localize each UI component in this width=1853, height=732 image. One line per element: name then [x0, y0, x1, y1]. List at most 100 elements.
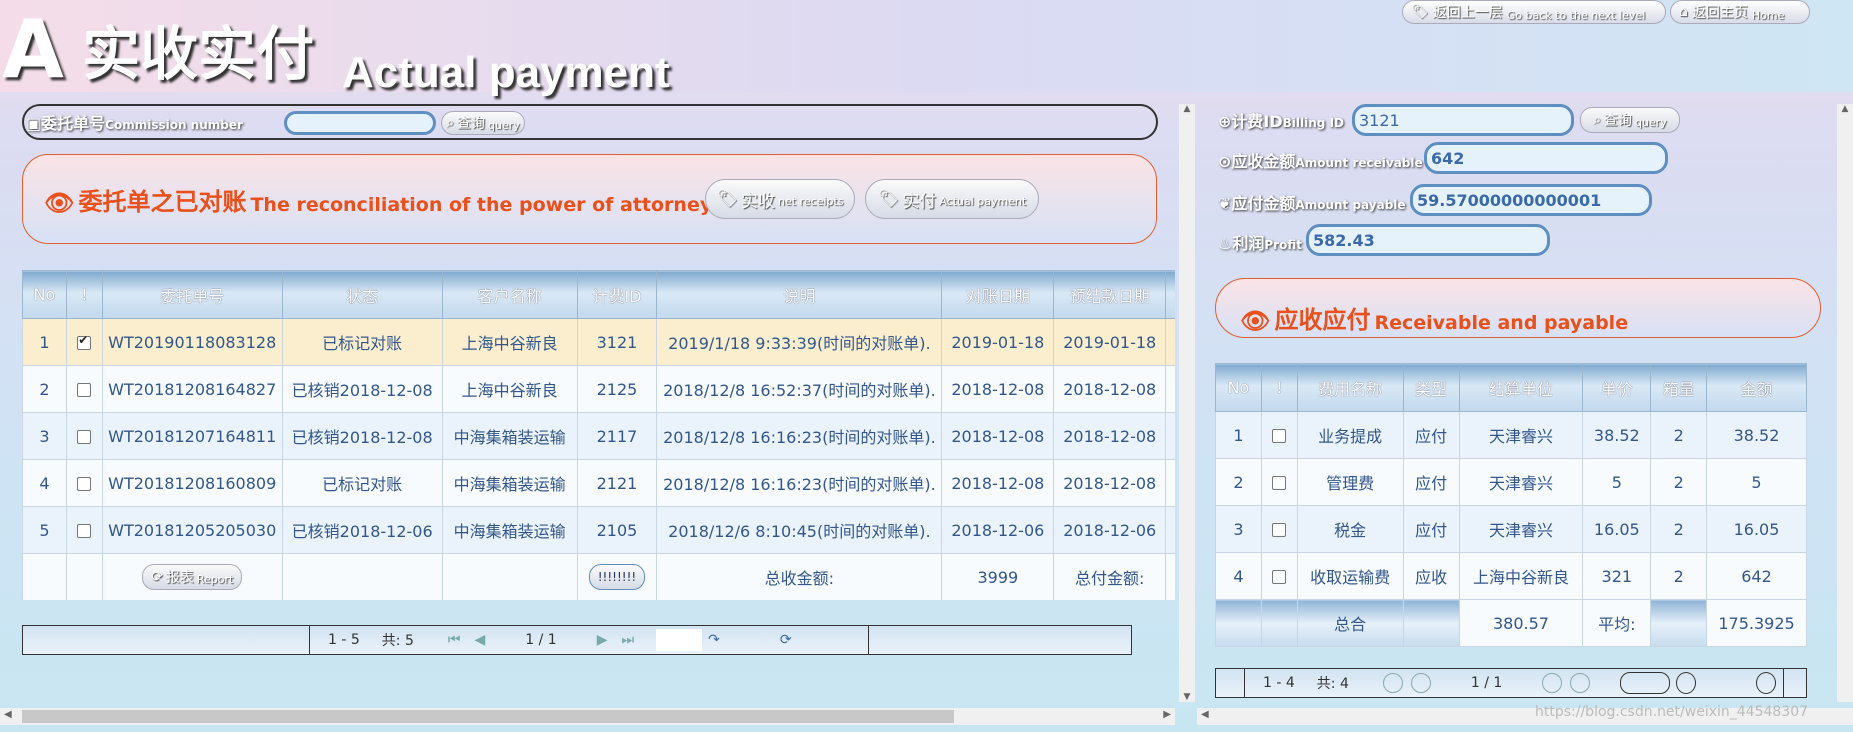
total-label: 总合 — [1296, 599, 1404, 647]
receivable-input[interactable]: 642 — [1424, 142, 1668, 174]
row-checkbox[interactable] — [1272, 429, 1287, 443]
billing-query-button[interactable]: ⌕ 查询 query — [1580, 107, 1680, 133]
last-page-icon[interactable] — [1570, 673, 1591, 693]
search-icon: ⌕ — [1593, 112, 1602, 128]
col-settlement-unit[interactable]: 结算单位 — [1458, 363, 1584, 412]
row-checkbox[interactable] — [1272, 570, 1287, 584]
reconciliation-table-viewport: No ! 委托单号 状态 客户名称 计费ID 说明 对账日期 预结款日期 1 W… — [22, 270, 1175, 600]
pager-total: 共: 4 — [1316, 676, 1349, 692]
home-button[interactable]: ⌂ 返回主页 Home — [1670, 0, 1810, 24]
right-pager: 1 - 4 共: 4 1 / 1 — [1215, 668, 1807, 698]
row-checkbox[interactable] — [77, 333, 92, 350]
scroll-thumb[interactable] — [22, 710, 954, 723]
table-row[interactable]: 3 WT20181207164811 已核销2018-12-08 中海集箱装运输… — [22, 412, 1175, 460]
go-icon[interactable] — [1676, 672, 1697, 694]
last-page-icon[interactable]: ⏭ — [621, 632, 634, 648]
profit-input[interactable]: 582.43 — [1306, 224, 1550, 256]
mini-action-button[interactable]: !!!!!!!! — [588, 564, 645, 590]
table-row[interactable]: 1 WT20190118083128 已标记对账 上海中谷新良 3121 201… — [22, 318, 1175, 366]
col-no[interactable]: No — [22, 270, 67, 319]
table-row[interactable]: 5 WT20181205205030 已核销2018-12-06 中海集箱装运输… — [22, 506, 1175, 554]
row-checkbox[interactable] — [1272, 523, 1287, 537]
table-row[interactable]: 4 WT20181208160809 已标记对账 中海集箱装运输 2121 20… — [22, 459, 1175, 507]
report-button[interactable]: ⟳ 报表 Report — [142, 564, 243, 590]
profit-label: ♨利润Profit — [1218, 234, 1302, 253]
total-paid-label: 总付金额: — [1053, 553, 1167, 600]
total-received-label: 总收金额: — [656, 553, 943, 600]
receivable-payable-title: 👁 应收应付 Receivable and payable — [1240, 306, 1629, 335]
prev-page-icon[interactable]: ◀ — [474, 632, 485, 648]
next-page-icon[interactable] — [1542, 673, 1563, 693]
table-row[interactable]: 3 税金 应付 天津睿兴 16.05 2 16.05 — [1215, 505, 1807, 553]
fee-table-viewport: No ! 费用名称 类型 结算单位 单价 箱量 金额 1 业务提成 应付 天津睿… — [1215, 363, 1807, 647]
actual-payment-button[interactable]: 🏷 实付 Actual payment — [865, 179, 1039, 219]
table-row[interactable]: 2 WT20181208164827 已核销2018-12-08 上海中谷新良 … — [22, 365, 1175, 413]
col-type[interactable]: 类型 — [1402, 363, 1460, 412]
col-recon-date[interactable]: 对账日期 — [941, 270, 1055, 319]
scroll-left-icon[interactable]: ◀ — [4, 709, 12, 720]
pager-range: 1 - 4 — [1263, 675, 1295, 691]
left-vertical-scrollbar[interactable]: ▲ ▼ — [1179, 104, 1195, 702]
refresh-icon[interactable] — [1756, 672, 1777, 694]
payable-input[interactable]: 59.57000000000001 — [1410, 184, 1652, 216]
col-no[interactable]: No — [1215, 363, 1262, 412]
net-receipts-button[interactable]: 🏷 实收 net receipts — [705, 179, 855, 219]
back-button[interactable]: 🏷 返回上一层 Go back to the next level — [1402, 0, 1666, 24]
commission-query-button[interactable]: ⌕ 查询 query — [441, 111, 525, 135]
search-icon: ⌕ — [446, 115, 455, 131]
commission-number-input[interactable] — [284, 111, 436, 135]
col-check[interactable]: ! — [65, 270, 103, 319]
row-checkbox[interactable] — [1272, 476, 1287, 490]
page-jump-input[interactable] — [656, 629, 703, 651]
right-vertical-scrollbar[interactable]: ▲ — [1837, 104, 1853, 702]
page-jump-input[interactable] — [1620, 672, 1671, 694]
col-status[interactable]: 状态 — [281, 270, 443, 319]
document-icon: ▣ — [26, 114, 42, 133]
col-billing-id[interactable]: 计费ID — [576, 270, 658, 319]
col-box-qty[interactable]: 箱量 — [1650, 363, 1708, 412]
eye-icon: 👁 — [1240, 307, 1271, 335]
table-row[interactable]: 1 业务提成 应付 天津睿兴 38.52 2 38.52 — [1215, 411, 1807, 459]
first-page-icon[interactable]: ⏮ — [448, 632, 461, 648]
tag-icon: 🏷 — [877, 189, 900, 209]
table-header: No ! 委托单号 状态 客户名称 计费ID 说明 对账日期 预结款日期 — [22, 270, 1175, 319]
refresh-icon[interactable]: ⟳ — [780, 632, 792, 648]
table-footer-row: ⟳ 报表 Report !!!!!!!! 总收金额: 3999 总付金额: — [22, 553, 1175, 600]
scroll-right-icon[interactable]: ▶ — [1163, 709, 1171, 720]
total-received-value: 3999 — [941, 553, 1055, 600]
col-customer[interactable]: 客户名称 — [441, 270, 578, 319]
table-row[interactable]: 4 收取运输费 应收 上海中谷新良 321 2 642 — [1215, 552, 1807, 600]
scroll-left-icon[interactable]: ◀ — [1201, 709, 1209, 720]
col-fee-name[interactable]: 费用名称 — [1296, 363, 1404, 412]
pager-total: 共: 5 — [381, 633, 414, 649]
col-unit-price[interactable]: 单价 — [1582, 363, 1652, 412]
left-pager: 1 - 5 共: 5 ⏮ ◀ 1 / 1 ▶ ⏭ ↷ ⟳ — [22, 625, 1132, 655]
col-check[interactable]: ! — [1260, 363, 1298, 412]
first-page-icon[interactable] — [1382, 673, 1403, 693]
scroll-up-icon[interactable]: ▲ — [1837, 104, 1853, 114]
col-amount[interactable]: 金额 — [1706, 363, 1807, 412]
row-checkbox[interactable] — [77, 524, 92, 538]
col-extra — [1165, 270, 1175, 319]
table-row[interactable]: 2 管理费 应付 天津睿兴 5 2 5 — [1215, 458, 1807, 506]
scroll-down-icon[interactable]: ▼ — [1179, 692, 1195, 702]
row-checkbox[interactable] — [77, 430, 92, 444]
commission-label: ▣委托单号Commission number — [26, 114, 243, 133]
billing-id-input[interactable]: 3121 — [1352, 104, 1574, 136]
col-desc[interactable]: 说明 — [656, 270, 943, 319]
col-pay-date[interactable]: 预结款日期 — [1053, 270, 1167, 319]
home-icon: ⌂ — [1679, 4, 1688, 20]
left-horizontal-scrollbar[interactable]: ◀ ▶ — [0, 708, 1175, 725]
scroll-up-icon[interactable]: ▲ — [1179, 104, 1195, 114]
tag-icon: ⊕ — [1218, 112, 1232, 131]
prev-page-icon[interactable] — [1410, 673, 1431, 693]
row-checkbox[interactable] — [77, 477, 92, 491]
watermark: https://blog.csdn.net/weixin_44548307 — [1535, 704, 1809, 720]
go-icon[interactable]: ↷ — [708, 632, 720, 648]
col-order[interactable]: 委托单号 — [101, 270, 283, 319]
row-checkbox[interactable] — [77, 383, 92, 397]
average-value: 175.3925 — [1706, 599, 1807, 647]
next-page-icon[interactable]: ▶ — [597, 632, 608, 648]
table-header: No ! 费用名称 类型 结算单位 单价 箱量 金额 — [1215, 363, 1807, 412]
fire-icon: ♨ — [1218, 234, 1233, 253]
